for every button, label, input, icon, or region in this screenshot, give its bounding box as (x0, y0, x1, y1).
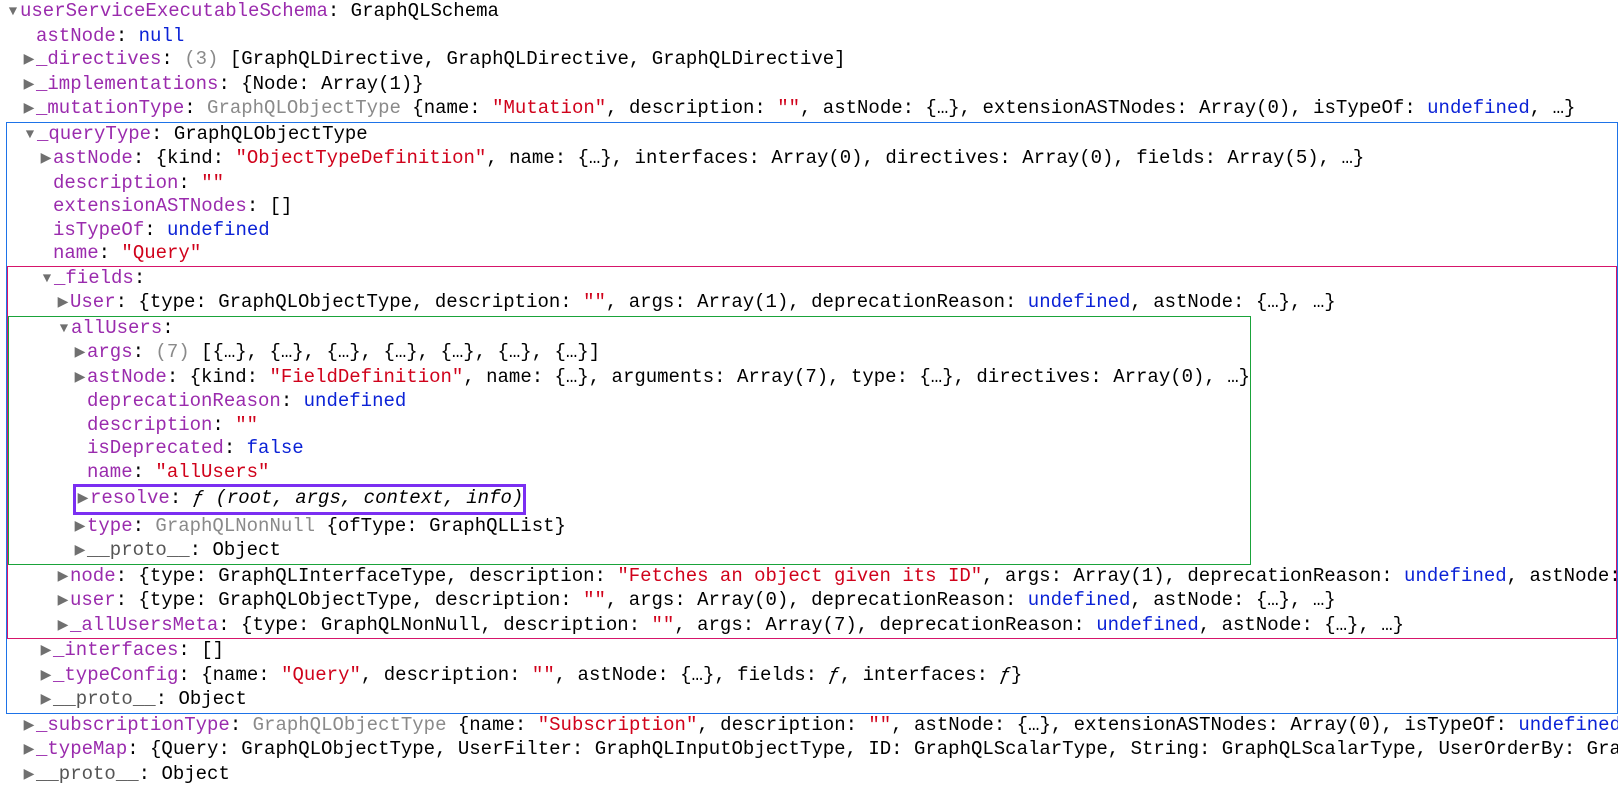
prop-allUsers-name[interactable]: name: "allUsers" (9, 461, 1250, 485)
prop-queryType-description[interactable]: description: "" (7, 172, 1617, 196)
prop-allUsers-type[interactable]: type: GraphQLNonNull {ofType: GraphQLLis… (9, 515, 1250, 540)
caret-right-icon[interactable] (39, 665, 53, 689)
prop-field-node[interactable]: node: {type: GraphQLInterfaceType, descr… (8, 565, 1616, 590)
prop-queryType-extensionASTNodes[interactable]: extensionASTNodes: [] (7, 195, 1617, 219)
root-row[interactable]: userServiceExecutableSchema: GraphQLSche… (6, 0, 1618, 25)
prop-queryType-isTypeOf[interactable]: isTypeOf: undefined (7, 219, 1617, 243)
caret-right-icon[interactable] (22, 74, 36, 98)
caret-right-icon[interactable] (56, 566, 70, 590)
caret-right-icon[interactable] (22, 49, 36, 73)
prop-field-user[interactable]: user: {type: GraphQLObjectType, descript… (8, 589, 1616, 614)
prop-typeMap[interactable]: _typeMap: {Query: GraphQLObjectType, Use… (6, 738, 1618, 763)
prop-astNode[interactable]: astNode: null (6, 25, 1618, 49)
caret-right-icon[interactable] (39, 689, 53, 713)
prop-directives[interactable]: _directives: (3) [GraphQLDirective, Grap… (6, 48, 1618, 73)
caret-right-icon[interactable] (39, 148, 53, 172)
prop-subscriptionType[interactable]: _subscriptionType: GraphQLObjectType {na… (6, 714, 1618, 739)
prop-root-proto[interactable]: __proto__: Object (6, 763, 1618, 788)
caret-right-icon[interactable] (73, 342, 87, 366)
caret-right-icon[interactable] (73, 540, 87, 564)
prop-allUsers-description[interactable]: description: "" (9, 414, 1250, 438)
prop-mutationType[interactable]: _mutationType: GraphQLObjectType {name: … (6, 97, 1618, 122)
prop-queryType-astNode[interactable]: astNode: {kind: "ObjectTypeDefinition", … (7, 147, 1617, 172)
caret-right-icon[interactable] (73, 367, 87, 391)
caret-right-icon[interactable] (22, 98, 36, 122)
prop-queryType[interactable]: _queryType: GraphQLObjectType (7, 123, 1617, 148)
caret-right-icon[interactable] (39, 640, 53, 664)
highlight-allUsers: allUsers: args: (7) [{…}, {…}, {…}, {…},… (8, 316, 1251, 565)
caret-down-icon[interactable] (23, 124, 37, 148)
prop-allUsers-resolve[interactable]: resolve: ƒ (root, args, context, info) (76, 487, 523, 509)
highlight-fields: _fields: User: {type: GraphQLObjectType,… (7, 266, 1617, 640)
prop-fields[interactable]: _fields: (8, 267, 1616, 292)
caret-right-icon[interactable] (76, 488, 90, 512)
caret-right-icon[interactable] (22, 715, 36, 739)
highlight-resolve: resolve: ƒ (root, args, context, info) (73, 484, 526, 515)
caret-down-icon[interactable] (40, 268, 54, 292)
prop-field-allUsers[interactable]: allUsers: (9, 317, 1250, 342)
caret-right-icon[interactable] (56, 292, 70, 316)
prop-implementations[interactable]: _implementations: {Node: Array(1)} (6, 73, 1618, 98)
caret-down-icon[interactable] (6, 1, 20, 25)
prop-queryType-name[interactable]: name: "Query" (7, 242, 1617, 266)
prop-allUsers-args[interactable]: args: (7) [{…}, {…}, {…}, {…}, {…}, {…},… (9, 341, 1250, 366)
root-type: GraphQLSchema (351, 0, 499, 22)
caret-right-icon[interactable] (56, 615, 70, 639)
prop-allUsers-isDeprecated[interactable]: isDeprecated: false (9, 437, 1250, 461)
prop-queryType-typeConfig[interactable]: _typeConfig: {name: "Query", description… (7, 664, 1617, 689)
caret-right-icon[interactable] (22, 764, 36, 788)
caret-right-icon[interactable] (22, 739, 36, 763)
prop-name: userServiceExecutableSchema (20, 0, 328, 22)
highlight-queryType: _queryType: GraphQLObjectType astNode: {… (6, 122, 1618, 714)
caret-right-icon[interactable] (56, 590, 70, 614)
prop-field-allUsersMeta[interactable]: _allUsersMeta: {type: GraphQLNonNull, de… (8, 614, 1616, 639)
caret-right-icon[interactable] (73, 516, 87, 540)
prop-allUsers-deprecationReason[interactable]: deprecationReason: undefined (9, 390, 1250, 414)
prop-allUsers-proto[interactable]: __proto__: Object (9, 539, 1250, 564)
prop-queryType-proto[interactable]: __proto__: Object (7, 688, 1617, 713)
prop-queryType-interfaces[interactable]: _interfaces: [] (7, 639, 1617, 664)
prop-allUsers-astNode[interactable]: astNode: {kind: "FieldDefinition", name:… (9, 366, 1250, 391)
prop-field-User[interactable]: User: {type: GraphQLObjectType, descript… (8, 291, 1616, 316)
caret-down-icon[interactable] (57, 318, 71, 342)
